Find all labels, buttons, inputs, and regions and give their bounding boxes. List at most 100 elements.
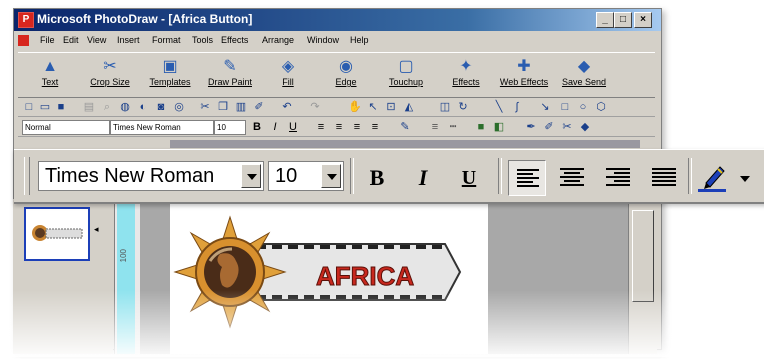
visual-open-icon[interactable]: ◎ <box>172 100 186 114</box>
pen-icon <box>698 166 726 192</box>
templates-button[interactable]: ▣ Templates <box>140 55 200 95</box>
arrow-line-icon[interactable]: ↘ <box>538 100 552 114</box>
dash-style-icon[interactable]: ┅ <box>446 120 460 134</box>
font-name-combobox[interactable]: Times New Roman <box>38 161 264 191</box>
align-left-icon-small[interactable]: ≡ <box>314 120 328 134</box>
open-icon[interactable]: ▭ <box>38 100 52 114</box>
underline-icon-small[interactable]: U <box>286 120 300 134</box>
size-select-small[interactable]: 10 <box>214 120 246 135</box>
edge-button[interactable]: ◉ Edge <box>316 55 376 95</box>
close-button[interactable]: × <box>634 12 652 28</box>
digital-camera-icon[interactable]: ◙ <box>154 100 168 114</box>
thumbnail-arrow-icon[interactable]: ◂ <box>94 224 99 235</box>
minimize-button[interactable]: _ <box>596 12 614 28</box>
menu-file[interactable]: File <box>40 35 55 45</box>
redo-icon[interactable]: ↷ <box>308 100 322 114</box>
bold-button[interactable]: B <box>362 163 392 193</box>
menu-view[interactable]: View <box>87 35 106 45</box>
shadow-icon[interactable]: ■ <box>474 120 488 134</box>
curve-icon[interactable]: ∫ <box>510 100 524 114</box>
align-right-icon-small[interactable]: ≡ <box>350 120 364 134</box>
italic-icon-small[interactable]: I <box>268 120 282 134</box>
cut-icon[interactable]: ✂ <box>198 100 212 114</box>
draw-paint-button[interactable]: ✎ Draw Paint <box>200 55 260 95</box>
align-right-icon <box>606 168 630 186</box>
web-effects-icon: ✚ <box>517 58 531 75</box>
paste-icon[interactable]: ▥ <box>234 100 248 114</box>
align-left-button[interactable] <box>508 160 546 196</box>
scrollbar-thumb[interactable] <box>632 210 654 302</box>
justify-button[interactable] <box>646 163 682 193</box>
text-button[interactable]: ▲ Text <box>20 55 80 95</box>
font-dropdown-arrow-icon[interactable] <box>241 164 261 188</box>
edge-icon: ◉ <box>339 58 353 75</box>
menu-window[interactable]: Window <box>307 35 339 45</box>
line-style-icon[interactable]: ≡ <box>428 120 442 134</box>
line-color-icon-small[interactable]: ✎ <box>398 120 412 134</box>
color-effects-icon[interactable]: ◆ <box>578 120 592 134</box>
align-center-button[interactable] <box>554 163 590 193</box>
title-bar[interactable]: P Microsoft PhotoDraw - [Africa Button] … <box>14 9 661 31</box>
align-right-button[interactable] <box>600 163 636 193</box>
style-select[interactable]: Normal <box>22 120 110 135</box>
document-icon[interactable] <box>18 35 29 46</box>
new-icon[interactable]: □ <box>22 100 36 114</box>
menu-arrange[interactable]: Arrange <box>262 35 294 45</box>
formatting-toolbar: Normal Times New Roman 10 B I U ≡ ≡ ≡ ≡ … <box>18 118 655 137</box>
line-icon[interactable]: ╲ <box>492 100 506 114</box>
underline-button[interactable]: U <box>454 163 484 193</box>
fill-icon: ◈ <box>281 58 295 75</box>
print-icon[interactable]: ▤ <box>82 100 96 114</box>
italic-button[interactable]: I <box>408 163 438 193</box>
undo-icon[interactable]: ↶ <box>280 100 294 114</box>
3d-icon[interactable]: ◧ <box>492 120 506 134</box>
maximize-button[interactable]: □ <box>614 12 632 28</box>
pan-icon[interactable]: ✋ <box>348 100 362 114</box>
fill-button[interactable]: ◈ Fill <box>258 55 318 95</box>
bold-icon-small[interactable]: B <box>250 120 264 134</box>
picture-thumbnail[interactable] <box>24 207 90 261</box>
justify-icon-small[interactable]: ≡ <box>368 120 382 134</box>
font-size-combobox[interactable]: 10 <box>268 161 344 191</box>
eyedropper-icon[interactable]: ✒ <box>524 120 538 134</box>
touchup-icon: ▢ <box>398 58 414 75</box>
fill-bucket-icon[interactable]: ◭ <box>402 100 416 114</box>
copy-icon[interactable]: ❐ <box>216 100 230 114</box>
group-icon[interactable]: ◫ <box>438 100 452 114</box>
menu-insert[interactable]: Insert <box>117 35 140 45</box>
format-painter-icon[interactable]: ✐ <box>252 100 266 114</box>
ellipse-icon[interactable]: ○ <box>576 100 590 114</box>
font-select-small[interactable]: Times New Roman <box>110 120 214 135</box>
effects-button[interactable]: ✦ Effects <box>436 55 496 95</box>
menu-tools[interactable]: Tools <box>192 35 213 45</box>
touchup-button[interactable]: ▢ Touchup <box>376 55 436 95</box>
horizontal-ruler <box>170 140 640 148</box>
line-color-button[interactable] <box>694 163 730 193</box>
rotate-icon[interactable]: ↻ <box>456 100 470 114</box>
zoom-icon[interactable]: ⊡ <box>384 100 398 114</box>
pointer-icon[interactable]: ↖ <box>366 100 380 114</box>
crop-size-button[interactable]: ✂ Crop Size <box>80 55 140 95</box>
menu-effects[interactable]: Effects <box>221 35 248 45</box>
menu-edit[interactable]: Edit <box>63 35 79 45</box>
align-center-icon-small[interactable]: ≡ <box>332 120 346 134</box>
photodraw-app-icon[interactable]: P <box>18 12 34 28</box>
autoshape-icon[interactable]: ⬡ <box>594 100 608 114</box>
menu-format[interactable]: Format <box>152 35 181 45</box>
ruler-label: 100 <box>119 249 128 263</box>
size-dropdown-arrow-icon[interactable] <box>321 164 341 188</box>
window-title: Microsoft PhotoDraw - [Africa Button] <box>37 12 253 26</box>
scan-icon[interactable]: ◍ <box>118 100 132 114</box>
rectangle-icon[interactable]: □ <box>558 100 572 114</box>
save-icon[interactable]: ■ <box>54 100 68 114</box>
paint-icon[interactable]: ✐ <box>542 120 556 134</box>
toolbar-separator <box>498 158 502 194</box>
save-send-button[interactable]: ◆ Save Send <box>554 55 614 95</box>
print-preview-icon[interactable]: ⌕ <box>100 100 114 114</box>
line-color-dropdown-arrow-icon[interactable] <box>740 176 750 182</box>
menu-help[interactable]: Help <box>350 35 369 45</box>
toolbar-grip[interactable] <box>24 157 30 195</box>
cutout-icon[interactable]: ✂ <box>560 120 574 134</box>
web-effects-button[interactable]: ✚ Web Effects <box>494 55 554 95</box>
scan-picture-icon[interactable]: ◐ <box>136 100 150 114</box>
